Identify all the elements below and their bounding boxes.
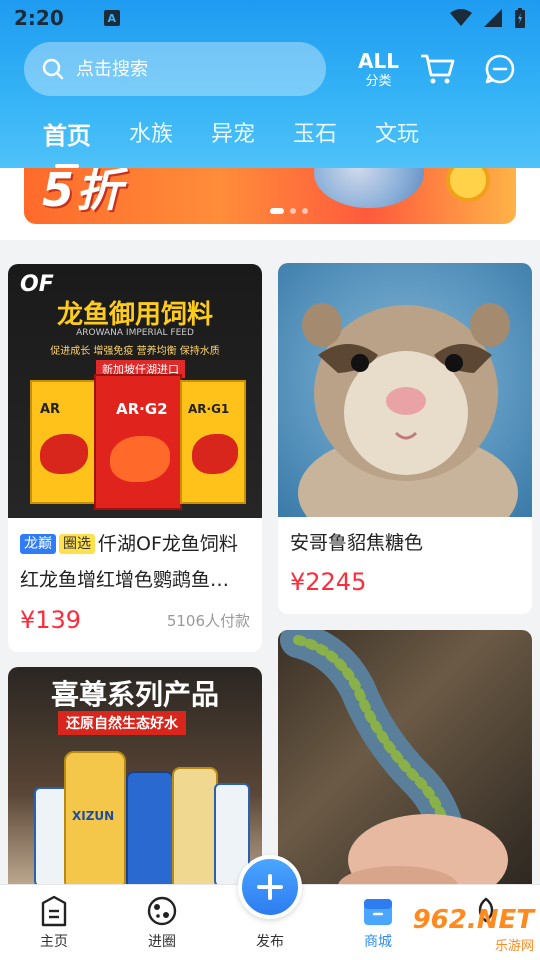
banner-pagination (270, 208, 308, 214)
watermark-logo: 962.NET 乐游网 (412, 905, 534, 954)
status-time: 2:20 (14, 6, 64, 30)
bottle-4 (172, 767, 218, 891)
cart-icon[interactable] (420, 53, 455, 85)
image-subheadline: 还原自然生态好水 (58, 711, 186, 735)
product-title: 龙巅 圈选 仟湖OF龙鱼饲料 (20, 526, 250, 562)
ferret-illustration (298, 303, 518, 517)
tag-badge: 圈选 (59, 534, 95, 554)
product-title-line2: 红龙鱼增红增色鹦鹉鱼… (20, 569, 230, 591)
header: 2:20 A ALL 分类 首页 水族 异宠 玉石 文玩 (0, 0, 540, 168)
message-icon[interactable] (485, 54, 515, 84)
product-card[interactable]: 喜尊系列产品 还原自然生态好水 XIZUN (8, 667, 262, 897)
search-input[interactable] (76, 58, 296, 80)
product-card[interactable]: OF 龙鱼御用饲料 AROWANA IMPERIAL FEED 促进成长 增强免… (8, 264, 262, 652)
battery-icon (515, 8, 525, 28)
product-image (278, 630, 532, 900)
feed-pack-mid: AR·G2 (94, 374, 182, 510)
feed-pack-left: AR (30, 380, 96, 504)
category-tabs: 首页 水族 异宠 玉石 文玩 (43, 116, 457, 168)
image-benefits: 促进成长 增强免疫 营养均衡 保持水质 (50, 346, 220, 357)
image-headline: 龙鱼御用饲料 (56, 300, 213, 330)
lizard-illustration (280, 630, 508, 900)
tab-indicator (55, 164, 79, 168)
product-image: OF 龙鱼御用饲料 AROWANA IMPERIAL FEED 促进成长 增强免… (8, 264, 262, 518)
bottle-2: XIZUN (64, 751, 126, 891)
nav-home[interactable]: 主页 (14, 895, 94, 951)
bottle-3 (126, 771, 174, 891)
circle-group-icon (147, 896, 177, 926)
product-image (278, 263, 532, 517)
publish-button[interactable] (238, 855, 302, 919)
promo-banner[interactable]: 5折 (24, 168, 516, 224)
search-row: ALL 分类 (24, 42, 516, 96)
banner-section: 5折 (0, 168, 540, 240)
category-label: 分类 (365, 73, 392, 89)
product-price: ¥139 (20, 606, 82, 634)
tab-aquatic[interactable]: 水族 (129, 116, 173, 151)
tab-collectibles[interactable]: 文玩 (375, 116, 419, 151)
nav-label: 商城 (364, 934, 392, 950)
nav-shop[interactable]: 商城 (338, 895, 418, 951)
search-box[interactable] (24, 42, 326, 96)
status-bar: 2:20 A (0, 0, 540, 36)
signal-icon (484, 9, 502, 27)
tab-home[interactable]: 首页 (43, 116, 91, 168)
product-title: 安哥鲁貂焦糖色 (290, 532, 424, 554)
banner-text: 5折 (42, 168, 125, 217)
plus-icon (257, 874, 283, 900)
banner-bubble-graphic (314, 168, 424, 208)
category-button[interactable]: ALL 分类 (358, 51, 399, 88)
image-subheadline: AROWANA IMPERIAL FEED (76, 328, 194, 338)
search-icon (42, 58, 64, 80)
product-image: 喜尊系列产品 还原自然生态好水 XIZUN (8, 667, 262, 897)
feed-pack-right: AR·G1 (180, 380, 246, 504)
shop-icon (364, 899, 392, 925)
wifi-icon (450, 9, 472, 26)
product-card[interactable]: 安哥鲁貂焦糖色 ¥2245 (278, 263, 532, 614)
product-card[interactable] (278, 630, 532, 900)
sold-count: 5106人付款 (166, 612, 250, 630)
category-all-label: ALL (358, 48, 399, 73)
publish-label: 发布 (256, 934, 284, 950)
home-icon (41, 895, 67, 927)
banner-coin-graphic (446, 168, 490, 202)
nav-circles[interactable]: 进圈 (122, 895, 202, 951)
tab-jade[interactable]: 玉石 (293, 116, 337, 151)
tag-badge: 龙巅 (20, 534, 56, 554)
tab-exotic-pets[interactable]: 异宠 (211, 116, 255, 151)
image-headline: 喜尊系列产品 (50, 678, 219, 711)
notification-a-icon: A (103, 10, 120, 26)
nav-label: 进圈 (148, 934, 176, 950)
product-price: ¥2245 (290, 568, 367, 596)
nav-label: 主页 (40, 934, 68, 950)
